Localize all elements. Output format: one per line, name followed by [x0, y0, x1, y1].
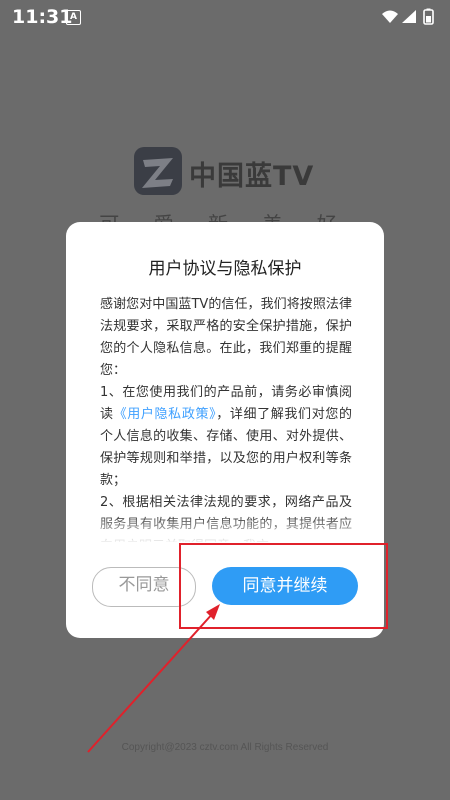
copyright-text: Copyright@2023 cztv.com All Rights Reser… — [121, 742, 329, 753]
dialog-body[interactable]: 感谢您对中国蓝TV的信任，我们将按照法律法规要求，采取严格的安全保护措施，保护您… — [100, 294, 352, 542]
dialog-paragraph: 感谢您对中国蓝TV的信任，我们将按照法律法规要求，采取严格的安全保护措施，保护您… — [100, 297, 352, 378]
privacy-policy-link[interactable]: 《用户隐私政策》 — [114, 407, 217, 422]
status-time: 11:31 — [12, 6, 73, 28]
app-logo: 中国蓝TV — [133, 146, 323, 196]
annotation-highlight-box — [179, 543, 388, 629]
logo-text: 中国蓝TV — [189, 161, 315, 192]
notification-icon: A — [66, 10, 81, 25]
signal-icon — [402, 10, 416, 23]
z-logo-icon — [134, 147, 182, 195]
scroll-fade — [100, 514, 352, 544]
battery-icon — [423, 8, 434, 25]
system-icons — [382, 8, 434, 25]
wifi-icon — [382, 10, 398, 23]
dialog-paragraph: 1、在您使用我们的产品前，请务必审慎阅读《用户隐私政策》，详细了解我们对您的个人… — [100, 382, 352, 492]
status-bar: 11:31 A — [0, 0, 450, 34]
dialog-title: 用户协议与隐私保护 — [148, 259, 302, 279]
